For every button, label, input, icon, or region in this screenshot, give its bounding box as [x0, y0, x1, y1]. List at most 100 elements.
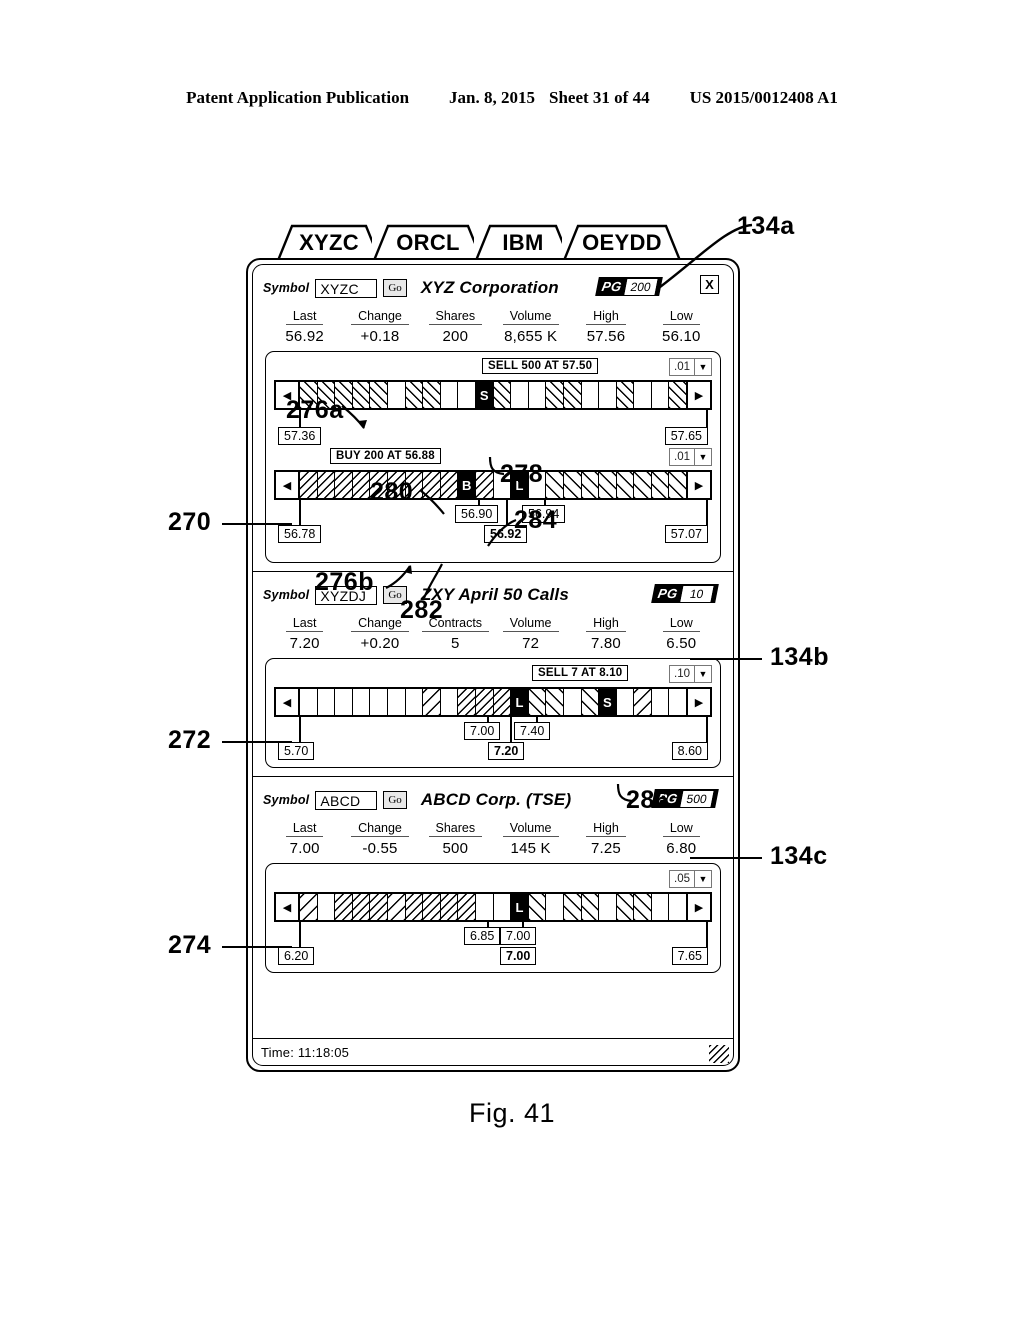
ladder-cell[interactable]	[669, 472, 687, 498]
pg-badge[interactable]: PG 10	[651, 584, 719, 603]
ladder-cell[interactable]	[652, 689, 670, 715]
ladder-cell[interactable]	[581, 472, 600, 498]
ladder-cell[interactable]	[458, 689, 476, 715]
ladder-cell[interactable]	[335, 689, 353, 715]
ladder-cell[interactable]	[546, 382, 564, 408]
ladder-cell[interactable]	[405, 382, 424, 408]
ladder-cell[interactable]	[317, 472, 336, 498]
ladder-cell[interactable]	[406, 689, 424, 715]
ladder-cell[interactable]	[616, 894, 635, 920]
ladder-cell[interactable]	[405, 894, 424, 920]
ladder-cell[interactable]	[669, 689, 686, 715]
ladder-cell[interactable]	[634, 472, 652, 498]
tick-increment-select[interactable]: .01 ▼	[669, 448, 712, 466]
ladder-cell[interactable]	[616, 472, 635, 498]
ladder-scroll-left-button[interactable]: ◀	[276, 894, 300, 920]
ladder-cell[interactable]	[511, 382, 529, 408]
ladder-cell[interactable]	[599, 894, 617, 920]
ladder-mid-price: 7.00	[464, 722, 501, 740]
ladder-cells[interactable]: L	[300, 894, 686, 920]
ladder-scroll-left-button[interactable]: ◀	[276, 472, 300, 498]
resize-grip-icon[interactable]	[709, 1045, 729, 1063]
ladder-cell[interactable]	[423, 382, 441, 408]
ladder-cell[interactable]	[634, 382, 652, 408]
ladder-cell[interactable]	[581, 894, 600, 920]
ladder-scroll-right-button[interactable]: ▶	[686, 382, 710, 408]
ladder-cell[interactable]	[335, 472, 353, 498]
ladder-cell[interactable]	[423, 689, 441, 715]
ladder-cell[interactable]	[370, 894, 388, 920]
ladder-cell[interactable]	[564, 689, 582, 715]
ladder-cell[interactable]	[563, 894, 582, 920]
ladder-cell[interactable]	[352, 894, 371, 920]
ladder-cell[interactable]	[441, 382, 459, 408]
ladder-cell[interactable]	[475, 689, 494, 715]
ladder-cell[interactable]	[476, 894, 494, 920]
ladder-cell[interactable]	[335, 894, 353, 920]
go-button[interactable]: Go	[383, 279, 407, 297]
ladder-cell[interactable]	[353, 689, 371, 715]
ladder-cell[interactable]	[318, 689, 336, 715]
order-tag-sell[interactable]: SELL 500 AT 57.50	[482, 358, 599, 374]
tick-increment-select[interactable]: .10 ▼	[669, 665, 712, 683]
ladder-cell[interactable]	[563, 472, 582, 498]
ladder-cell[interactable]	[318, 894, 336, 920]
stat-header: High	[586, 309, 626, 325]
ladder-scroll-right-button[interactable]: ▶	[686, 689, 710, 715]
ladder-cell[interactable]	[529, 382, 547, 408]
tick-increment-select[interactable]: .01 ▼	[669, 358, 712, 376]
ladder-cell[interactable]	[352, 472, 371, 498]
ladder-cell[interactable]	[616, 382, 635, 408]
price-ladder-272[interactable]: ◀ L S ▶	[274, 687, 712, 717]
ladder-cells[interactable]: L S	[300, 689, 686, 715]
ladder-cell[interactable]	[387, 894, 406, 920]
order-marker-278[interactable]: S	[475, 382, 494, 408]
symbol-input[interactable]: ABCD	[315, 790, 378, 810]
ladder-cell[interactable]	[493, 382, 512, 408]
order-marker-282[interactable]: B	[458, 472, 476, 498]
ladder-cell[interactable]	[651, 472, 670, 498]
last-marker[interactable]: L	[511, 894, 529, 920]
ladder-cell[interactable]	[300, 689, 318, 715]
ladder-cell[interactable]	[599, 382, 617, 408]
ladder-cell[interactable]	[634, 689, 652, 715]
ladder-cell[interactable]	[599, 472, 617, 498]
ladder-cell[interactable]	[546, 472, 564, 498]
last-marker[interactable]: L	[511, 689, 529, 715]
ladder-cell[interactable]	[300, 472, 318, 498]
ladder-cell[interactable]	[652, 894, 670, 920]
ladder-cell[interactable]	[652, 382, 670, 408]
ladder-cell[interactable]	[493, 689, 512, 715]
symbol-input[interactable]: XYZC	[315, 278, 378, 298]
tick-increment-select[interactable]: .05 ▼	[669, 870, 712, 888]
ladder-cell[interactable]	[494, 894, 512, 920]
ladder-cell[interactable]	[458, 894, 476, 920]
order-tag-sell[interactable]: SELL 7 AT 8.10	[532, 665, 629, 681]
ladder-cell[interactable]	[617, 689, 635, 715]
ladder-cell[interactable]	[300, 894, 318, 920]
ladder-cell[interactable]	[388, 382, 406, 408]
ladder-scroll-right-button[interactable]: ▶	[686, 472, 710, 498]
ladder-cell[interactable]	[669, 894, 686, 920]
ladder-cell[interactable]	[528, 894, 547, 920]
ladder-cell[interactable]	[634, 894, 652, 920]
ladder-scroll-right-button[interactable]: ▶	[686, 894, 710, 920]
ladder-cell[interactable]	[563, 382, 582, 408]
ladder-cell[interactable]	[546, 894, 564, 920]
order-tag-buy[interactable]: BUY 200 AT 56.88	[330, 448, 441, 464]
order-marker-286[interactable]: S	[599, 689, 617, 715]
ladder-cell[interactable]	[388, 689, 406, 715]
ladder-cell[interactable]	[582, 382, 600, 408]
ladder-cell[interactable]	[528, 689, 547, 715]
ladder-cell[interactable]	[440, 894, 459, 920]
price-ladder-274[interactable]: ◀ L ▶	[274, 892, 712, 922]
ladder-cell[interactable]	[458, 382, 476, 408]
ladder-cell[interactable]	[441, 689, 459, 715]
ladder-cell[interactable]	[669, 382, 687, 408]
ladder-cell[interactable]	[423, 894, 441, 920]
ladder-scroll-left-button[interactable]: ◀	[276, 689, 300, 715]
ladder-cell[interactable]	[370, 689, 388, 715]
ladder-cell[interactable]	[581, 689, 600, 715]
ladder-cell[interactable]	[546, 689, 564, 715]
go-button[interactable]: Go	[383, 791, 407, 809]
